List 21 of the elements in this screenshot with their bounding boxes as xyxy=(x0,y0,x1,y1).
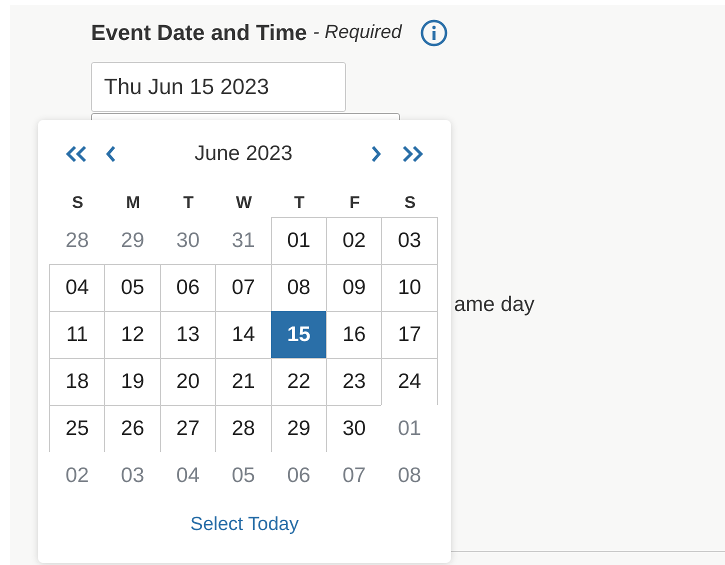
month-title: June 2023 xyxy=(193,142,294,166)
day-cell[interactable]: 01 xyxy=(381,405,438,453)
date-field[interactable]: Thu Jun 15 2023 xyxy=(91,62,346,112)
day-cell[interactable]: 15 xyxy=(270,311,327,359)
info-icon[interactable] xyxy=(420,19,448,47)
day-cell[interactable]: 03 xyxy=(381,217,438,265)
weekday-label: T xyxy=(293,192,306,214)
select-today-link[interactable]: Select Today xyxy=(186,512,303,538)
field-label: Event Date and Time xyxy=(91,20,307,46)
day-cell[interactable]: 04 xyxy=(49,264,106,312)
weekday-label: W xyxy=(234,192,253,214)
weekday-label: S xyxy=(71,192,84,214)
chevron-left-icon[interactable] xyxy=(104,144,118,164)
day-cell[interactable]: 01 xyxy=(270,217,327,265)
weekday-label: M xyxy=(125,192,142,214)
required-hint: - Required xyxy=(313,22,402,44)
weekday-label: F xyxy=(348,192,361,214)
option-text: ame day xyxy=(454,293,535,317)
chevron-right-icon[interactable] xyxy=(369,144,383,164)
weekday-label: T xyxy=(182,192,195,214)
weekday-label: S xyxy=(403,192,417,214)
